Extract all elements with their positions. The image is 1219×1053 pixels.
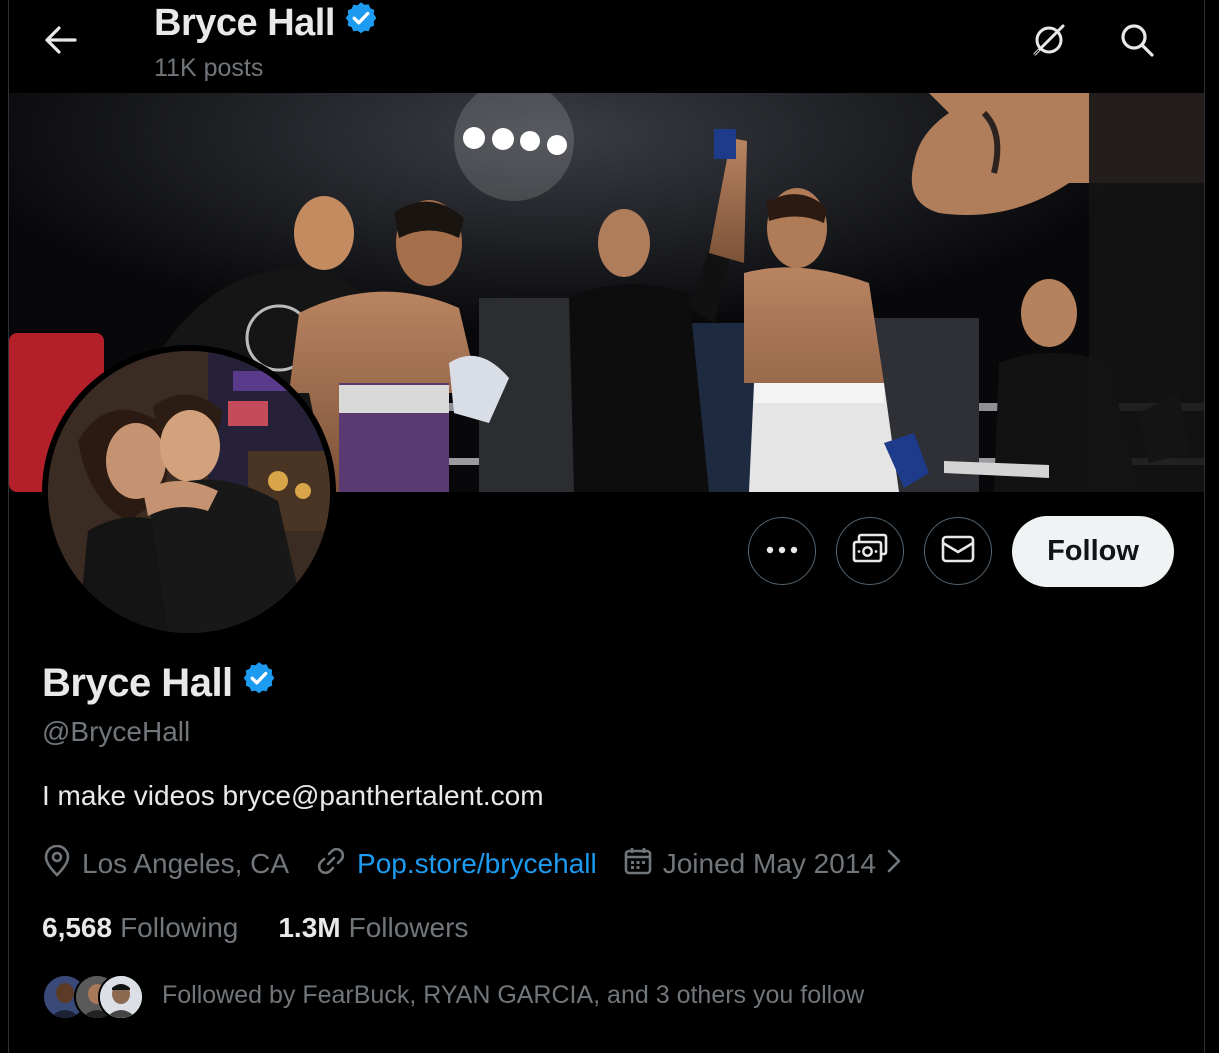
follow-button[interactable]: Follow	[1012, 516, 1174, 587]
link-icon	[315, 845, 347, 884]
grok-icon[interactable]	[1027, 18, 1071, 62]
followers-label: Followers	[348, 912, 469, 943]
message-envelope-icon	[941, 535, 975, 568]
verified-badge-icon	[343, 0, 379, 46]
location-pin-icon	[42, 844, 72, 884]
more-options-button[interactable]	[748, 517, 816, 585]
following-stat[interactable]: 6,568 Following	[42, 912, 238, 944]
followers-stat[interactable]: 1.3M Followers	[278, 912, 468, 944]
post-count: 11K posts	[154, 54, 264, 82]
more-options-icon	[765, 542, 799, 560]
joined-item[interactable]: Joined May 2014	[623, 846, 902, 883]
chevron-right-icon	[886, 848, 902, 881]
location-text: Los Angeles, CA	[82, 848, 290, 879]
profile-page: Bryce Hall 11K posts Follow Bryce Hall @…	[8, 0, 1205, 1053]
back-arrow-icon[interactable]	[39, 20, 83, 60]
followed-by-row[interactable]: Followed by FearBuck, RYAN GARCIA, and 3…	[42, 972, 865, 1020]
verified-badge-icon[interactable]	[241, 660, 277, 706]
followers-count: 1.3M	[278, 912, 341, 943]
website-item[interactable]: Pop.store/brycehall	[315, 845, 597, 884]
profile-meta: Los Angeles, CA Pop.store/brycehall Join…	[42, 843, 902, 885]
following-label: Following	[120, 912, 239, 943]
follow-stats: 6,568 Following 1.3M Followers	[42, 912, 468, 944]
website-link[interactable]: Pop.store/brycehall	[357, 848, 597, 880]
joined-text: Joined May 2014	[662, 848, 876, 879]
header-title: Bryce Hall	[154, 0, 379, 46]
profile-avatar[interactable]	[42, 345, 336, 639]
following-count: 6,568	[42, 912, 113, 943]
followed-by-text: Followed by FearBuck, RYAN GARCIA, and 3…	[162, 980, 865, 1009]
profile-header: Bryce Hall 11K posts	[9, 0, 1204, 93]
profile-handle: @BryceHall	[42, 716, 191, 747]
search-icon[interactable]	[1115, 18, 1159, 62]
subscribe-money-icon	[851, 533, 889, 570]
message-button[interactable]	[924, 517, 992, 585]
profile-bio: I make videos bryce@panthertalent.com	[42, 780, 544, 811]
header-name: Bryce Hall	[154, 1, 335, 44]
profile-name-row: Bryce Hall	[42, 660, 277, 706]
location-item: Los Angeles, CA	[42, 844, 290, 884]
follower-avatar	[98, 974, 144, 1020]
calendar-icon	[623, 846, 653, 883]
profile-name: Bryce Hall	[42, 660, 233, 705]
subscribe-button[interactable]	[836, 517, 904, 585]
followed-by-avatars	[42, 972, 144, 1020]
